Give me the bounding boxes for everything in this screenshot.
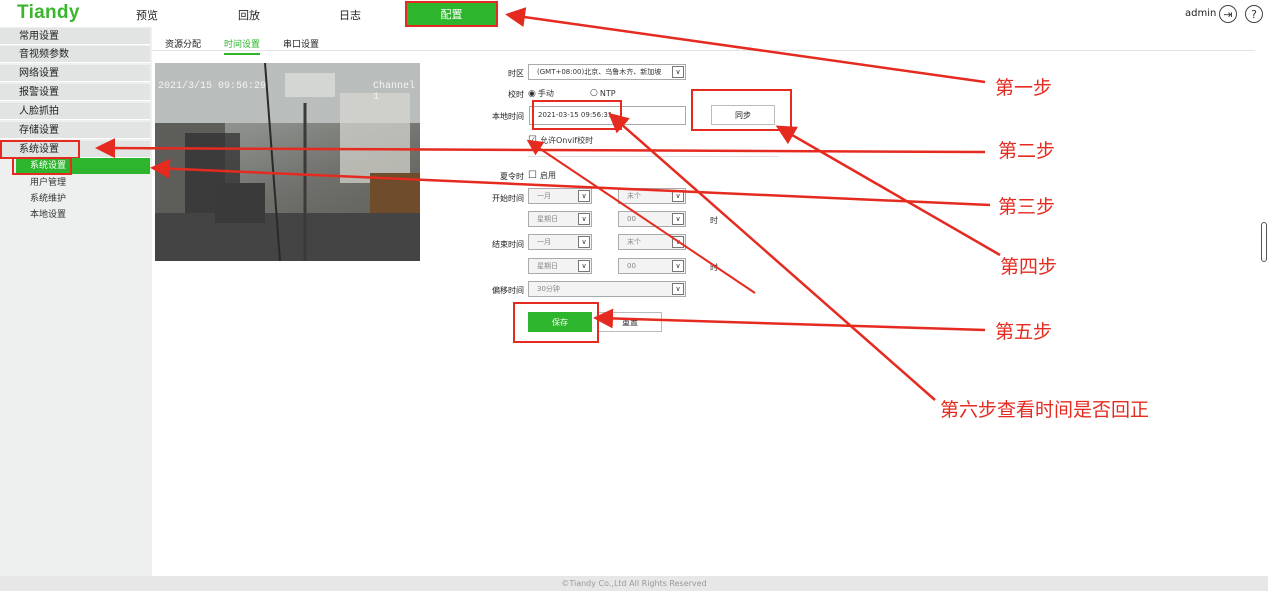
annotation-step6: 第六步查看时间是否回正 <box>940 399 1150 421</box>
annotation-arrows <box>95 7 1001 401</box>
annotation-step2: 第二步 <box>998 140 1056 162</box>
annotation-step4: 第四步 <box>1000 256 1058 278</box>
footer: ©Tiandy Co.,Ltd All Rights Reserved <box>0 576 1268 591</box>
arrow-step3 <box>150 158 991 207</box>
arrow-step5 <box>593 308 986 332</box>
arrow-step1 <box>505 7 986 84</box>
page-scrollbar[interactable] <box>1261 222 1267 262</box>
annotation-step5: 第五步 <box>995 321 1053 343</box>
arrow-step6 <box>608 112 936 401</box>
arrow-step4 <box>775 125 1001 257</box>
annotation-step1: 第一步 <box>995 77 1053 99</box>
annotation-step3: 第三步 <box>998 196 1056 218</box>
arrow-step6b <box>526 139 756 294</box>
